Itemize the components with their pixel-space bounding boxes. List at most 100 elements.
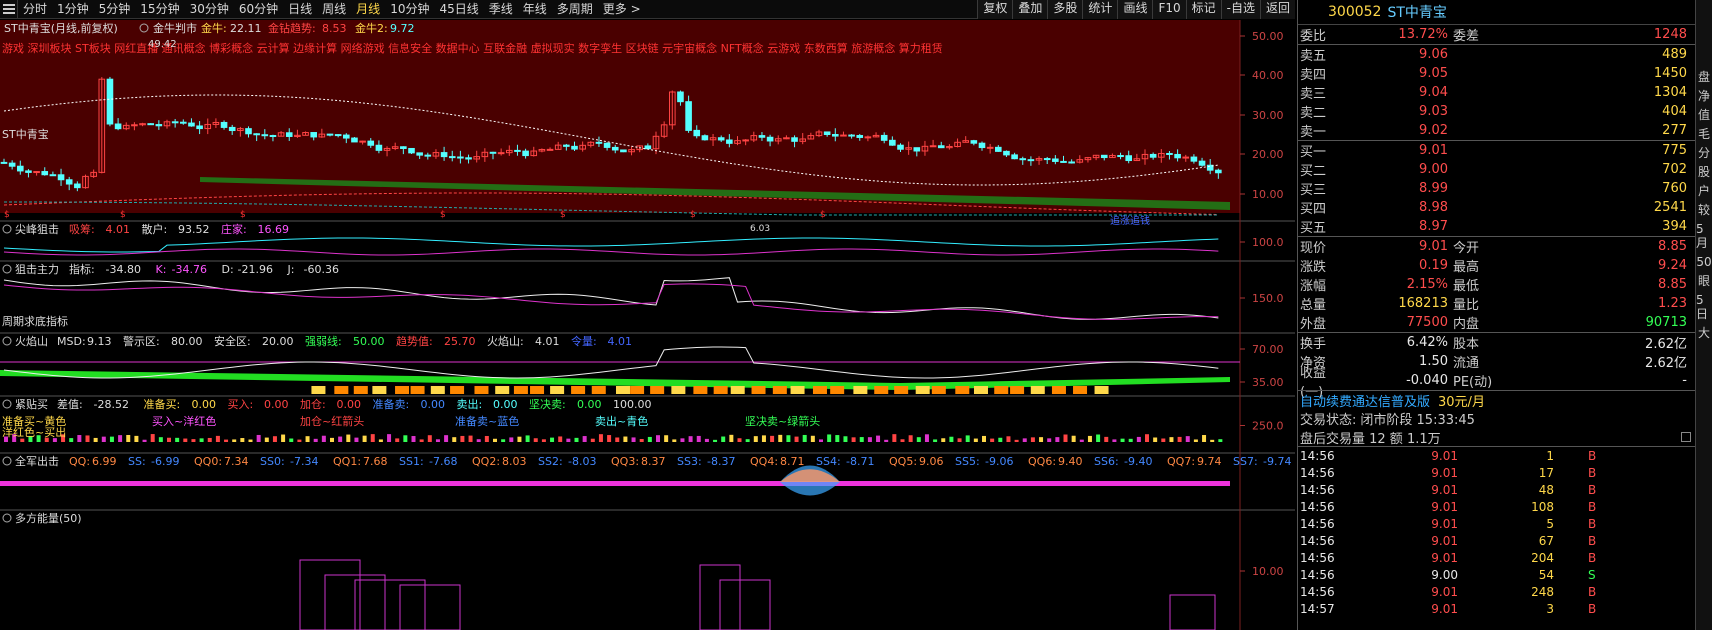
timeframe-tab[interactable]: 年线 [518,0,552,19]
tick-row: 14:56 9.00 54 S [1298,566,1695,583]
chart-svg[interactable]: 50.00 40.00 30.00 20.00 10.00 ST中青宝(月线,前复权) 金牛… [0,20,1476,630]
panel-settings-icon[interactable] [2,264,12,274]
ad-text[interactable]: 自动续费通达信普及版 [1298,391,1430,410]
toolbar-button[interactable]: 返回 [1259,0,1295,19]
signal-bar [1014,439,1019,442]
timeframe-tab[interactable]: 45日线 [434,0,483,19]
signal-bar [313,438,318,442]
side-strip-item[interactable]: 盘 [1698,70,1710,84]
timeframe-tab[interactable]: 15分钟 [135,0,184,19]
expand-icon[interactable] [1681,432,1691,442]
signal-bar [1169,437,1174,442]
indicator-key: SS5: [955,455,980,468]
signal-bar [819,439,823,442]
toolbar-button[interactable]: F10 [1152,0,1186,19]
candle-body [74,183,81,189]
side-strip-item[interactable]: 分 [1698,146,1710,160]
stat-row: 现价 9.01 今开 8.85 [1298,237,1695,256]
tick-side: B [1588,584,1597,599]
side-strip-item[interactable]: 值 [1698,108,1710,122]
menu-icon[interactable] [0,0,18,19]
signal-bar [810,435,815,442]
tick-side: B [1588,465,1597,480]
candle-body [448,156,456,159]
panel-settings-icon[interactable] [2,336,12,346]
timeframe-tab[interactable]: 日线 [283,0,317,19]
panel-settings-icon[interactable] [2,224,12,234]
timeframe-tab[interactable]: 周线 [317,0,351,19]
chart-area[interactable]: 50.00 40.00 30.00 20.00 10.00 ST中青宝(月线,前复权) 金牛… [0,20,1476,630]
y-tick-label: 70.00 [1252,343,1284,356]
signal-bar [370,434,375,442]
timeframe-tab[interactable]: 季线 [484,0,518,19]
flame-bar [591,386,606,394]
panel-settings-icon[interactable] [2,513,12,523]
candle-body [245,128,252,135]
side-strip-item[interactable]: 5日 [1696,293,1712,321]
flame-bar [513,386,528,394]
stat-value: 2.62亿 [1645,337,1687,352]
timeframe-tab[interactable]: 30分钟 [185,0,234,19]
row-volume: 775 [1662,143,1687,158]
timeframe-tab[interactable]: 多周期 [552,0,598,19]
timeframe-tab[interactable]: 更多 > [598,0,646,19]
tick-volume: 3 [1546,601,1554,616]
toolbar-button[interactable]: 复权 [977,0,1013,19]
timeframe-tab[interactable]: 5分钟 [94,0,136,19]
candle-body [416,152,423,156]
toolbar-button[interactable]: 画线 [1117,0,1153,19]
signal-bar [330,437,334,442]
signal-marker: $ [560,210,566,220]
signal-bar [93,437,98,442]
side-strip-item[interactable]: 股 [1698,165,1710,179]
weibi-value: 13.72% [1398,27,1448,42]
side-strip-item[interactable]: 毛 [1698,127,1710,141]
timeframe-tab[interactable]: 1分钟 [52,0,94,19]
timeframe-tab[interactable]: 月线 [351,0,385,19]
timeframe-tab[interactable]: 10分钟 [385,0,434,19]
signal-bar [476,439,481,442]
signal-bar [460,435,465,442]
ad-row[interactable]: 自动续费通达信普及版 30元/月 [1298,390,1695,410]
flame-bar [812,386,827,394]
tick-price: 9.01 [1431,550,1458,565]
ad-price[interactable]: 30元/月 [1438,391,1485,410]
side-strip-item[interactable]: 户 [1698,184,1710,198]
stat-label: 流通 [1453,356,1480,371]
indicator-key: QQ5: [889,455,917,468]
side-strip-item[interactable]: 5月 [1696,222,1712,250]
stats-list: 现价 9.01 今开 8.85 涨跌 0.19 最高 9.24 涨幅 2.15% 最低 8.85 总量 1… [1298,236,1695,332]
signal-marker: $ [120,210,126,220]
side-strip-item[interactable]: 50 [1696,255,1711,269]
side-strip-item[interactable]: 净 [1698,89,1710,103]
candle-body [155,124,163,127]
candle-body [970,140,978,144]
y-tick-label: 50.00 [1252,30,1284,43]
signal-bar [908,435,913,442]
toolbar-button[interactable]: 多股 [1047,0,1083,19]
signal-bar [631,437,636,442]
candle-body [0,161,8,164]
toolbar-button[interactable]: 叠加 [1012,0,1048,19]
row-price: 8.97 [1419,219,1448,234]
candle-body [514,149,521,152]
side-strip-item[interactable]: 较 [1698,203,1710,217]
side-strip-item[interactable]: 大 [1698,326,1710,340]
candle-body [285,132,293,137]
panel-settings-icon[interactable] [2,456,12,466]
tick-price: 9.01 [1431,584,1458,599]
candle-body [1003,150,1010,156]
side-strip-item[interactable]: 眼 [1698,274,1710,288]
toolbar-button[interactable]: -自选 [1220,0,1260,19]
indicator-name: 金牛判市 [153,21,197,35]
indicator-key: 散户: [142,222,168,236]
timeframe-tab[interactable]: 60分钟 [234,0,283,19]
flame-bar [1073,386,1088,394]
candle-body [1019,158,1027,161]
timeframe-tab[interactable]: 分时 [18,0,52,19]
panel-settings-icon[interactable] [2,399,12,409]
candle-body [726,139,733,144]
energy-box [299,559,361,630]
toolbar-button[interactable]: 标记 [1185,0,1221,19]
toolbar-button[interactable]: 统计 [1082,0,1118,19]
